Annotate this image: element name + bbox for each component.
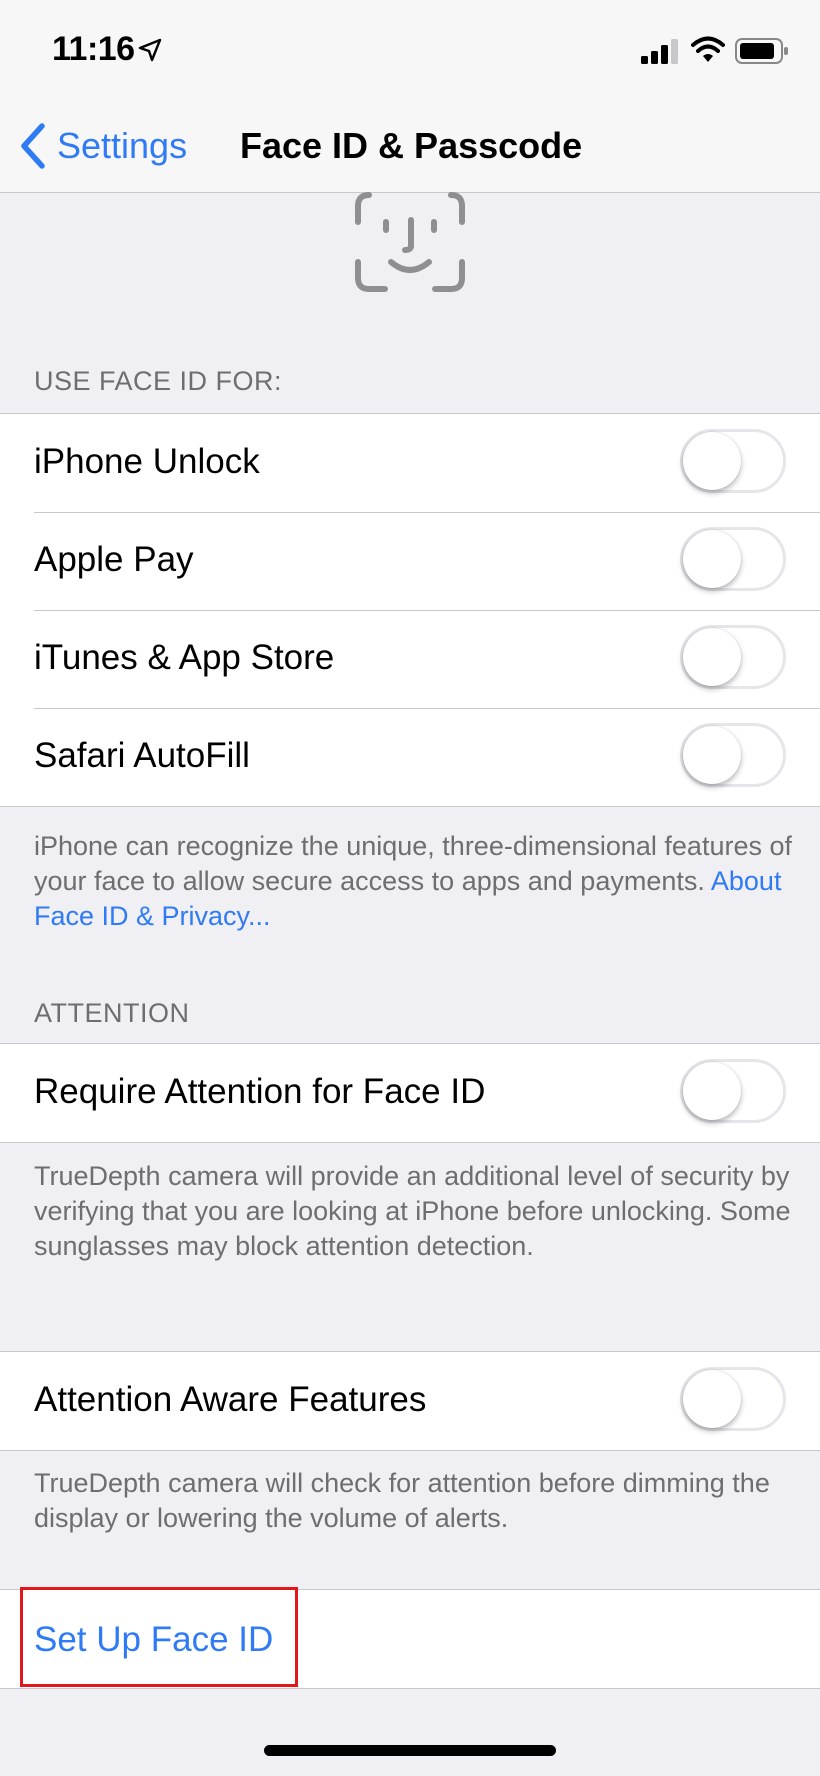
row-attention-aware: Attention Aware Features [0,1352,820,1450]
attention-aware-group: Attention Aware Features [0,1351,820,1451]
row-label: iPhone Unlock [34,442,260,481]
wifi-icon [691,36,725,62]
navigation-bar: Settings Face ID & Passcode [0,100,820,193]
status-bar: 11:16 [0,0,820,100]
row-label: Attention Aware Features [34,1380,427,1419]
section-header-use-face-id: USE FACE ID FOR: [34,366,283,396]
toggle-knob [683,530,741,588]
row-safari-autofill: Safari AutoFill [0,708,820,806]
section-header-attention: ATTENTION [34,998,190,1028]
toggle-knob [683,432,741,490]
iphone-unlock-toggle[interactable] [680,429,786,493]
face-id-footer: iPhone can recognize the unique, three-d… [34,829,794,934]
toggle-knob [683,628,741,686]
highlight-box [20,1587,298,1687]
attention-group: Require Attention for Face ID [0,1043,820,1143]
use-face-id-group: iPhone Unlock Apple Pay iTunes & App Sto… [0,413,820,807]
face-id-footer-text: iPhone can recognize the unique, three-d… [34,831,792,896]
safari-autofill-toggle[interactable] [680,723,786,787]
row-apple-pay: Apple Pay [0,512,820,610]
chevron-left-icon[interactable] [18,122,48,170]
row-iphone-unlock: iPhone Unlock [0,414,820,512]
attention-aware-footer: TrueDepth camera will check for attentio… [34,1468,770,1533]
toggle-knob [683,1370,741,1428]
face-id-icon [355,192,465,292]
status-time: 11:16 [52,30,135,68]
require-attention-footer: TrueDepth camera will provide an additio… [34,1161,791,1261]
row-label: Apple Pay [34,540,194,579]
page-title: Face ID & Passcode [240,125,583,166]
home-indicator[interactable] [264,1745,556,1756]
battery-icon [735,38,788,64]
itunes-app-store-toggle[interactable] [680,625,786,689]
row-label: iTunes & App Store [34,638,335,677]
toggle-knob [683,726,741,784]
attention-aware-toggle[interactable] [680,1367,786,1431]
row-label: Safari AutoFill [34,736,250,775]
row-itunes-app-store: iTunes & App Store [0,610,820,708]
back-button[interactable]: Settings [57,125,187,167]
row-label: Require Attention for Face ID [34,1072,486,1111]
cellular-signal-icon [641,39,678,64]
row-require-attention: Require Attention for Face ID [0,1044,820,1142]
apple-pay-toggle[interactable] [680,527,786,591]
location-arrow-icon [138,38,162,62]
toggle-knob [683,1062,741,1120]
require-attention-toggle[interactable] [680,1059,786,1123]
